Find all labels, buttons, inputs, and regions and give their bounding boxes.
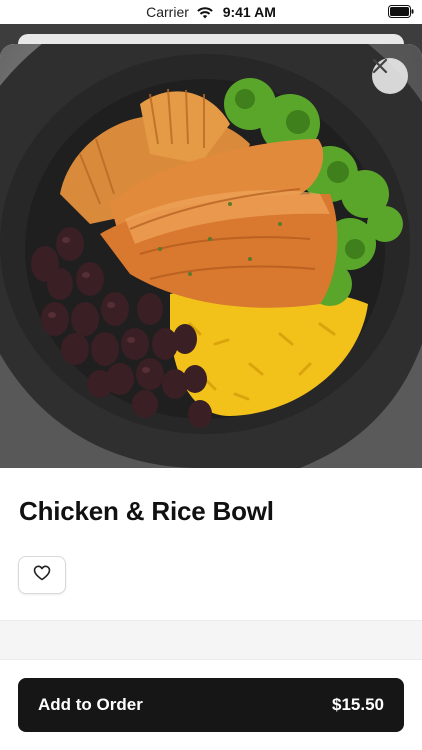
wifi-icon [196, 6, 213, 22]
item-title: Chicken & Rice Bowl [19, 496, 274, 526]
item-photo [0, 44, 422, 468]
bottom-safe-area [0, 738, 422, 750]
screen: Carrier 9:41 AM Chicken & Rice Bowl Add … [0, 0, 422, 750]
status-bar: Carrier 9:41 AM [0, 0, 422, 24]
item-detail-sheet: Chicken & Rice Bowl Add to Order $15.50 [0, 44, 422, 750]
favorite-button[interactable] [18, 556, 66, 594]
clock: 9:41 AM [222, 4, 276, 20]
heart-icon [33, 565, 51, 586]
carrier-label: Carrier [146, 4, 189, 20]
battery-icon [388, 5, 414, 23]
status-center: Carrier 9:41 AM [0, 4, 422, 22]
order-price: $15.50 [332, 695, 384, 714]
close-button[interactable] [372, 58, 408, 94]
add-to-order-button[interactable]: Add to Order $15.50 [18, 678, 404, 732]
add-to-order-label: Add to Order [38, 695, 143, 714]
section-divider [0, 620, 422, 660]
